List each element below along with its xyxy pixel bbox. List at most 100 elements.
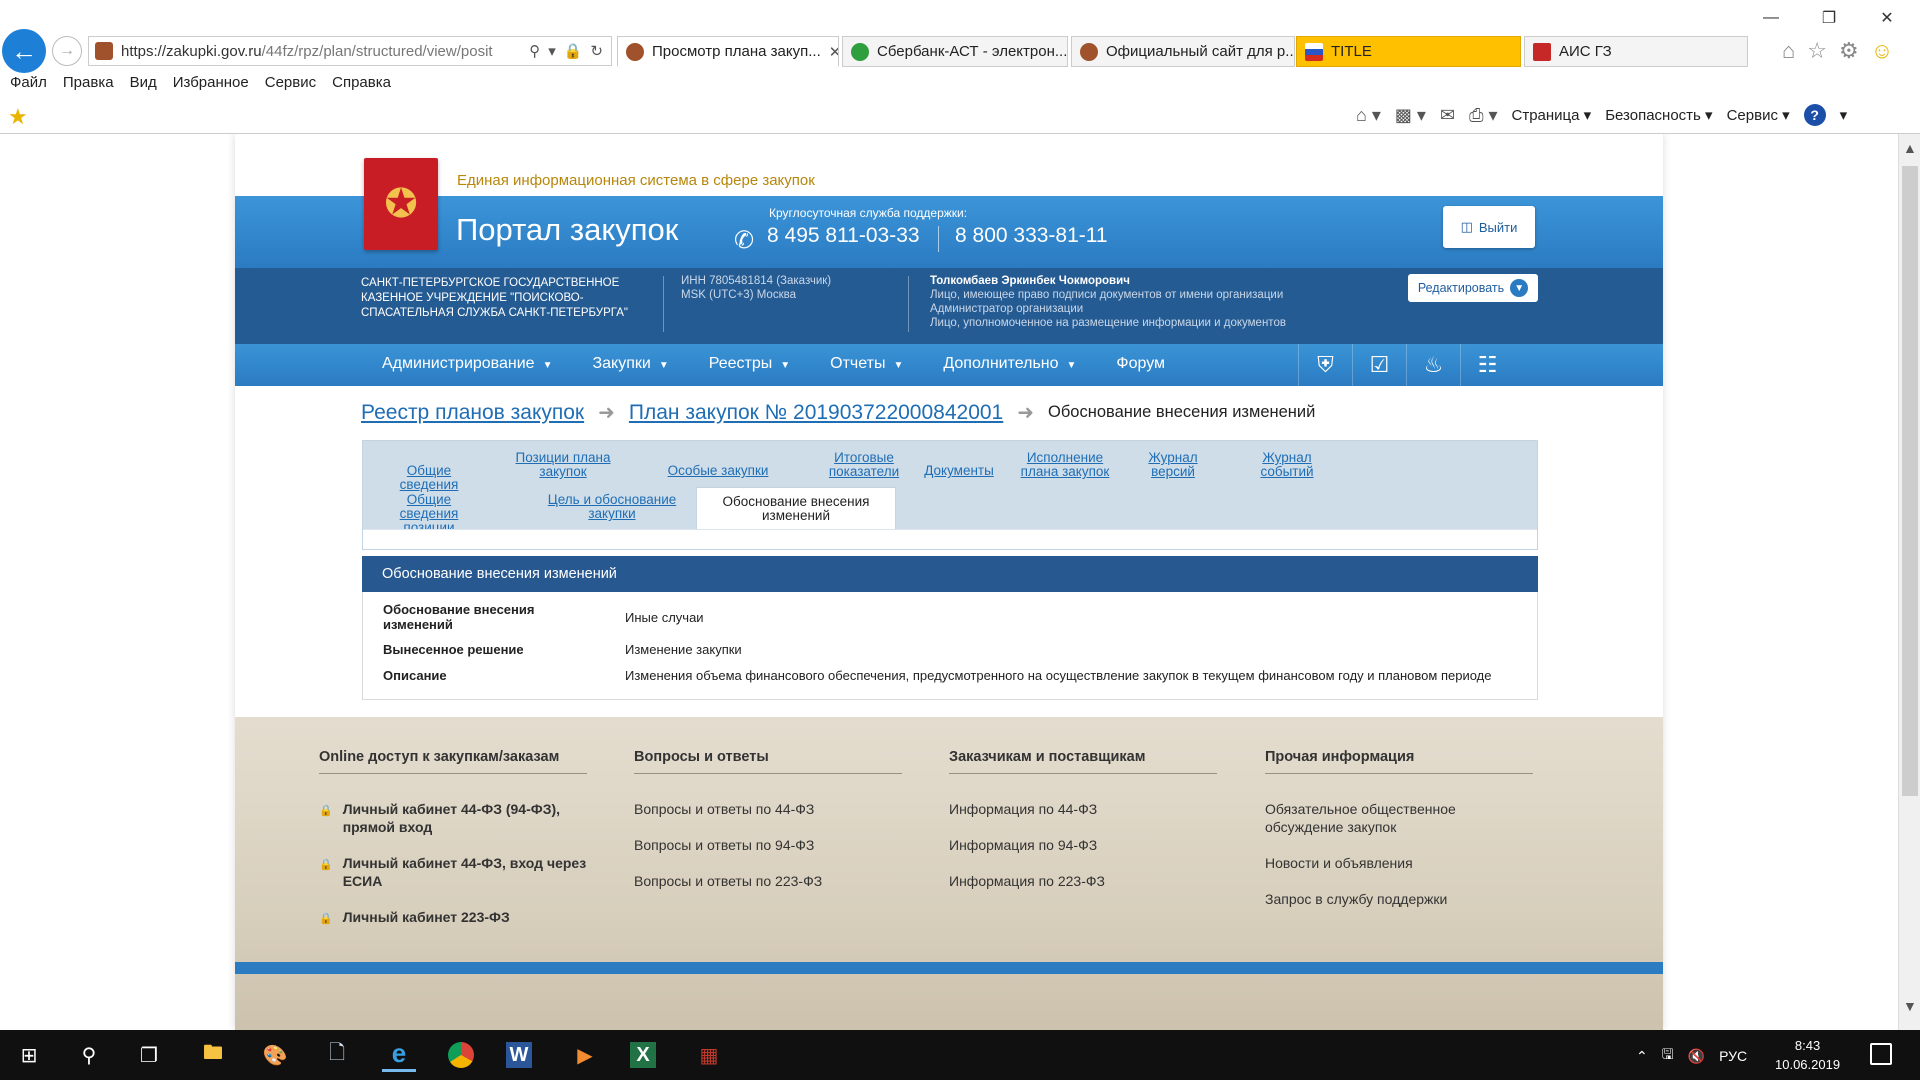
tab-plan-positions[interactable]: Позиции плана закупок [509,451,617,479]
footer-link[interactable]: 🔒 Личный кабинет 44-ФЗ, вход через ЕСИА [319,854,587,890]
notifications-icon[interactable] [1870,1043,1892,1065]
refresh-icon[interactable]: ↻ [590,42,603,60]
tab-goal-justification[interactable]: Цель и обоснование закупки [537,493,687,521]
nav-additional[interactable]: Дополнительно ▼ [943,355,1076,373]
breadcrumb-plans-registry[interactable]: Реестр планов закупок [361,401,584,425]
menu-view[interactable]: Вид [130,74,157,91]
gear-icon[interactable]: ⚙ [1839,38,1859,64]
tools-menu[interactable]: Сервис ▾ [1727,106,1790,124]
tab-summary-indicators[interactable]: Итоговые показатели [819,451,909,479]
eis-title[interactable]: Единая информационная система в сфере за… [457,172,815,189]
help-dropdown-icon[interactable]: ▾ [1840,106,1848,124]
vertical-scrollbar[interactable]: ▲ ▼ [1898,134,1920,1030]
clock[interactable]: 8:43 10.06.2019 [1775,1036,1840,1074]
print-icon[interactable]: ⎙ ▾ [1469,105,1497,126]
shield-icon[interactable]: ⛨ [1298,344,1352,386]
tab-ais-gz[interactable]: АИС ГЗ [1524,36,1748,67]
logout-button[interactable]: ◫ Выйти [1443,206,1535,248]
menu-help[interactable]: Справка [332,74,391,91]
favorites-star-icon[interactable]: ☆ [1807,38,1827,64]
tab-plan-execution[interactable]: Исполнение плана закупок [1009,451,1121,479]
media-player-icon[interactable]: ▶ [568,1038,602,1072]
smiley-icon[interactable]: ☺ [1871,38,1893,64]
footer-link[interactable]: Вопросы и ответы по 94-ФЗ [634,836,902,854]
menu-edit[interactable]: Правка [63,74,114,91]
scroll-up-icon[interactable]: ▲ [1903,140,1917,156]
tab-official-site[interactable]: Официальный сайт для р... [1071,36,1295,67]
tab-title-page[interactable]: TITLE [1296,36,1521,67]
home-icon[interactable]: ⌂ ▾ [1356,105,1381,126]
bell-icon[interactable]: ♨ [1406,344,1460,386]
menu-favorites[interactable]: Избранное [173,74,249,91]
nav-registries[interactable]: Реестры ▼ [709,355,790,373]
footer-link[interactable]: Новости и объявления [1265,854,1533,872]
russian-emblem-icon[interactable]: ✪ [364,158,438,250]
language-indicator[interactable]: РУС [1719,1048,1747,1064]
footer-link[interactable]: 🔒 Личный кабинет 44-ФЗ (94-ФЗ), прямой вх… [319,800,587,836]
search-icon[interactable]: ⚲ [72,1038,106,1072]
menu-file[interactable]: Файл [10,74,47,91]
mail-icon[interactable]: ✉ [1440,105,1455,126]
menu-tools[interactable]: Сервис [265,74,316,91]
back-button[interactable]: ← [2,29,46,73]
winrar-icon[interactable]: ▦ [692,1038,726,1072]
tab-versions-log[interactable]: Журнал версий [1135,451,1211,479]
search-icon[interactable]: ⚲ [529,42,540,60]
file-explorer-icon[interactable]: 🖿 [196,1038,230,1072]
lock-icon[interactable]: 🔒 [564,42,583,60]
footer-link[interactable]: Вопросы и ответы по 44-ФЗ [634,800,902,818]
breadcrumb-plan[interactable]: План закупок № 201903722000842001 [629,401,1003,425]
forward-button[interactable]: → [52,36,82,66]
footer-link[interactable]: Информация по 223-ФЗ [949,872,1217,890]
footer-link[interactable]: Обязательное общественное обсуждение зак… [1265,800,1533,836]
add-favorites-icon[interactable]: ★ [8,104,28,130]
volume-muted-icon[interactable]: 🔇 [1688,1048,1705,1065]
tab-events-log[interactable]: Журнал событий [1249,451,1325,479]
excel-icon[interactable]: X [630,1042,656,1068]
home-icon[interactable]: ⌂ [1782,38,1795,64]
network-icon[interactable]: 🖫 [1662,1044,1674,1068]
address-url[interactable]: https://zakupki.gov.ru/44fz/rpz/plan/str… [121,43,529,60]
tab-sberbank-ast[interactable]: Сбербанк-АСТ - электрон... [842,36,1068,67]
close-window-button[interactable]: ✕ [1864,4,1910,32]
restore-button[interactable]: ❐ [1806,4,1852,32]
tab-general-info[interactable]: Общие сведения [377,457,481,492]
chevron-up-icon[interactable]: ⌃ [1636,1048,1648,1065]
notepad-icon[interactable]: 🗋 [320,1038,354,1072]
task-view-icon[interactable]: ❐ [132,1038,166,1072]
close-tab-icon[interactable]: ✕ [829,43,838,61]
internet-explorer-icon[interactable]: e [382,1038,416,1072]
support-label: Круглосуточная служба поддержки: [769,206,968,220]
page-menu[interactable]: Страница ▾ [1512,106,1592,124]
chrome-icon[interactable] [444,1038,478,1072]
edit-button[interactable]: Редактировать ▼ [1408,274,1538,302]
book-search-icon[interactable]: ☷ [1460,344,1514,386]
nav-purchases[interactable]: Закупки ▼ [592,355,668,373]
footer-link[interactable]: 🔒 Личный кабинет 223-ФЗ [319,908,587,928]
nav-forum[interactable]: Форум [1116,355,1165,373]
tab-change-justification[interactable]: Обоснование внесения изменений [696,487,896,531]
minimize-button[interactable]: — [1748,4,1794,32]
footer-link[interactable]: Вопросы и ответы по 223-ФЗ [634,872,902,890]
scrollbar-thumb[interactable] [1902,166,1918,796]
footer-link[interactable]: Информация по 44-ФЗ [949,800,1217,818]
tab-title: Просмотр плана закуп... [652,43,821,60]
start-icon[interactable]: ⊞ [12,1038,46,1072]
address-bar[interactable]: https://zakupki.gov.ru/44fz/rpz/plan/str… [88,36,612,66]
rss-feed-icon[interactable]: ▩ ▾ [1395,105,1426,126]
footer-link[interactable]: Информация по 94-ФЗ [949,836,1217,854]
scroll-down-icon[interactable]: ▼ [1903,998,1917,1014]
portal-title[interactable]: Портал закупок [456,212,678,248]
help-icon[interactable]: ? [1803,104,1826,126]
dropdown-icon[interactable]: ▾ [548,42,556,60]
tab-documents[interactable]: Документы [919,457,999,478]
word-icon[interactable]: W [506,1042,532,1068]
tab-plan-view[interactable]: Просмотр плана закуп... ✕ [617,36,839,67]
tab-special-purchases[interactable]: Особые закупки [663,457,773,478]
paint-icon[interactable]: 🎨 [258,1038,292,1072]
footer-link[interactable]: Запрос в службу поддержки [1265,890,1533,908]
safety-menu[interactable]: Безопасность ▾ [1605,106,1712,124]
nav-reports[interactable]: Отчеты ▼ [830,355,903,373]
calendar-check-icon[interactable]: ☑ [1352,344,1406,386]
nav-administration[interactable]: Администрирование ▼ [382,355,552,373]
